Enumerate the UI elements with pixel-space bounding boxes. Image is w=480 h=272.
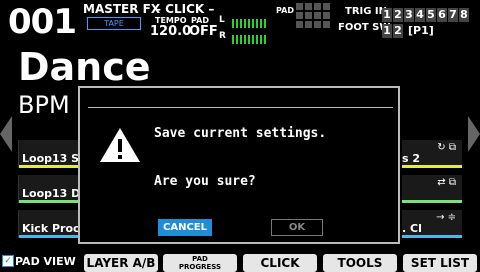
next-kit-arrow-icon[interactable] — [468, 116, 480, 152]
master-fx-value[interactable]: TAPE — [87, 17, 141, 30]
master-fx-label: MASTER FX — [83, 2, 161, 16]
pad-view-label: PAD VIEW — [15, 255, 76, 268]
pad-grid-indicator — [296, 3, 330, 28]
cancel-button[interactable]: CANCEL — [158, 219, 212, 236]
foot-sw-1: 1 — [382, 24, 392, 38]
trig-in-8: 8 — [459, 8, 469, 22]
confirm-dialog: Save current settings. Are you sure? CAN… — [78, 86, 400, 244]
foot-sw-bank: [P1] — [408, 24, 434, 37]
loop-row-color-bar — [19, 200, 79, 203]
loop-row-color-bar — [19, 165, 79, 168]
pad-progress-label-line1: PAD — [192, 255, 208, 263]
trig-in-label: TRIG IN — [345, 6, 388, 17]
pad-progress-button[interactable]: PAD PROGRESS — [163, 254, 237, 272]
loop-row-label: s 2 — [402, 152, 421, 165]
previous-kit-arrow-icon[interactable] — [0, 116, 12, 152]
loop-row-label: Kick Proc — [22, 222, 80, 235]
loop-mode-icon: ↻ ⧉ — [437, 142, 456, 153]
footer-bar: ✓ PAD VIEW LAYER A/B PAD PROGRESS CLICK … — [0, 252, 480, 272]
loop-row[interactable]: Loop13 S — [18, 140, 79, 168]
loop-row-label: Loop13 D — [22, 187, 81, 200]
trig-in-6: 6 — [437, 8, 447, 22]
meter-r-bars — [232, 29, 268, 44]
loop-mode-icon: ⇄ ⧉ — [437, 177, 456, 188]
pad-progress-label-line2: PROGRESS — [178, 263, 222, 271]
loop-mode-icon: → ≑ — [436, 212, 456, 223]
layer-ab-button[interactable]: LAYER A/B — [84, 254, 158, 272]
loop-row-color-bar — [402, 235, 462, 238]
dialog-question: Are you sure? — [154, 174, 256, 189]
loop-row[interactable]: Loop13 D — [18, 175, 81, 203]
pad-grid-label: PAD — [276, 6, 294, 15]
loop-row-right[interactable]: s 2 ↻ ⧉ — [402, 140, 462, 168]
kit-name: Dance — [18, 45, 151, 89]
pad-view-checkbox[interactable]: ✓ — [2, 255, 14, 267]
dialog-message: Save current settings. — [154, 126, 327, 141]
loop-row-color-bar — [402, 200, 462, 203]
loop-row-color-bar — [402, 165, 462, 168]
meter-l-bars — [232, 13, 268, 28]
ok-button[interactable]: OK — [271, 219, 323, 236]
loop-row-color-bar — [19, 235, 79, 238]
trig-in-7: 7 — [448, 8, 458, 22]
warning-icon — [98, 126, 142, 168]
foot-sw-2: 2 — [393, 24, 403, 38]
dialog-divider — [88, 107, 393, 108]
loop-row-label: . Cl — [402, 222, 422, 235]
click-button[interactable]: CLICK — [243, 254, 317, 272]
level-meter-right: R — [219, 23, 268, 44]
loop-row-right[interactable]: . Cl → ≑ — [402, 210, 462, 238]
loop-row[interactable]: Kick Proc — [18, 210, 80, 238]
foot-sw-indicators: 1 2 [P1] — [382, 19, 434, 38]
meter-r-label: R — [219, 31, 226, 41]
kit-number: 001 — [8, 2, 77, 42]
click-pad-value[interactable]: OFF — [189, 24, 218, 39]
bpm-label: BPM — [18, 91, 70, 119]
tempo-value[interactable]: 120.0 — [150, 24, 191, 39]
set-list-button[interactable]: SET LIST — [403, 254, 477, 272]
tools-button[interactable]: TOOLS — [323, 254, 397, 272]
click-section-label: – CLICK – — [155, 2, 215, 16]
loop-row-label: Loop13 S — [22, 152, 80, 165]
loop-row-right[interactable]: ⇄ ⧉ — [402, 175, 462, 203]
